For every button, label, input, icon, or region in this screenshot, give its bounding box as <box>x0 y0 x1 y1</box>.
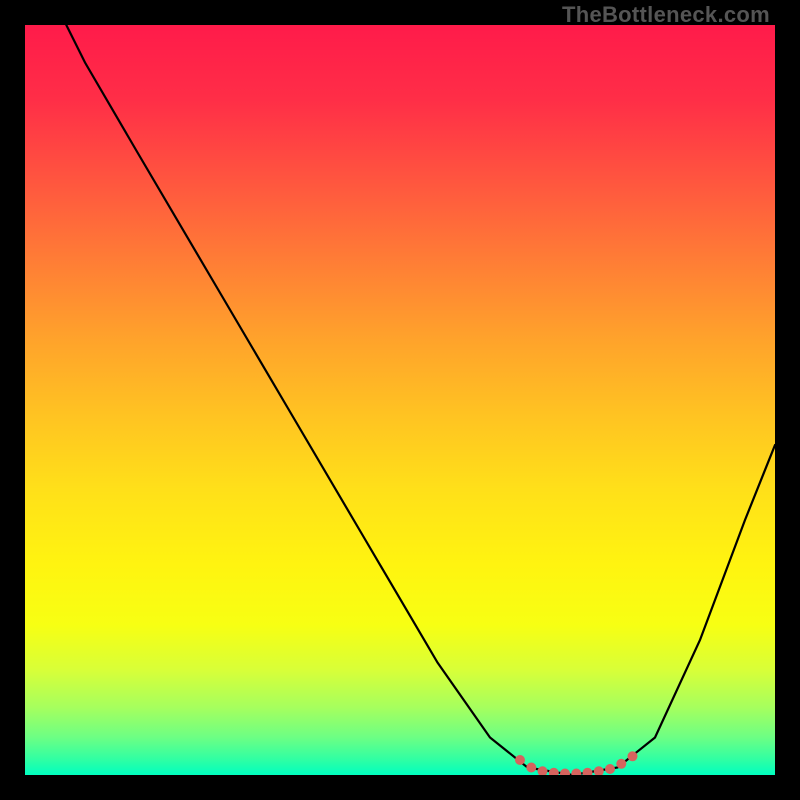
trough-marker <box>526 763 536 773</box>
bottleneck-curve <box>66 25 775 775</box>
trough-marker <box>628 751 638 761</box>
curve-layer <box>25 25 775 775</box>
plot-area <box>25 25 775 775</box>
trough-marker <box>605 764 615 774</box>
trough-marker <box>538 766 548 775</box>
trough-marker <box>616 759 626 769</box>
trough-marker <box>560 769 570 776</box>
trough-marker <box>571 769 581 776</box>
watermark-text: TheBottleneck.com <box>562 2 770 28</box>
chart-stage: TheBottleneck.com <box>0 0 800 800</box>
trough-marker <box>549 768 559 775</box>
trough-marker <box>594 766 604 775</box>
trough-marker <box>515 755 525 765</box>
trough-marker <box>583 768 593 775</box>
